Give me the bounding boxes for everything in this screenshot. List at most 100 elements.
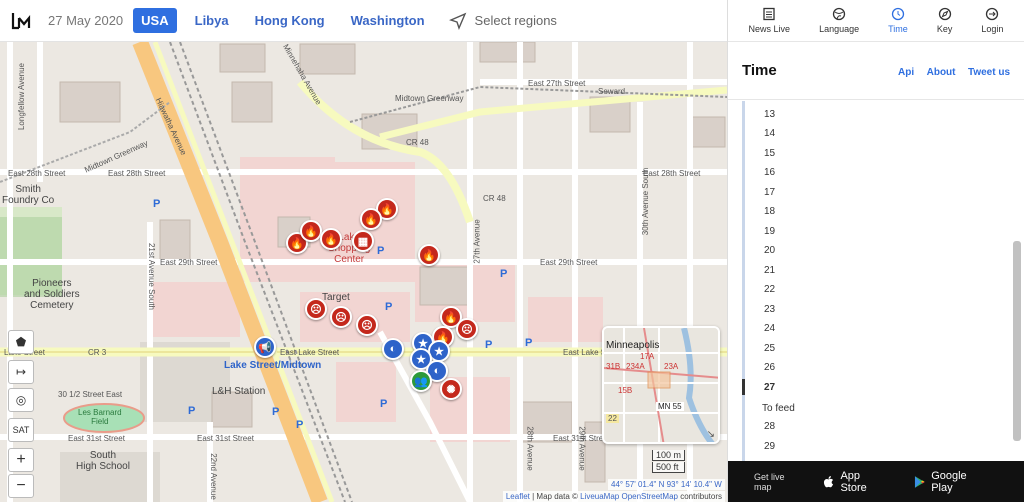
region-tab-usa[interactable]: USA: [133, 8, 177, 33]
nav-login[interactable]: Login: [981, 7, 1003, 34]
globe-icon: [832, 7, 846, 21]
about-link[interactable]: About: [927, 67, 956, 78]
region-tab-libya[interactable]: Libya: [187, 8, 237, 33]
day-item[interactable]: 14: [764, 128, 775, 139]
liveuamap-link[interactable]: LiveuaMap: [580, 492, 619, 501]
place-label: Target: [322, 292, 350, 303]
top-bar: 27 May 2020 USA Libya Hong Kong Washingt…: [0, 0, 727, 42]
panel-nav: News Live Language Time Key Login: [728, 0, 1024, 42]
day-item[interactable]: 23: [764, 304, 775, 315]
timeline-list[interactable]: 13 14 15 16 17 18 19 20 21 22 23 24 25 2…: [728, 101, 1024, 461]
riot-incident-marker[interactable]: ☹: [456, 318, 478, 340]
tweet-us-link[interactable]: Tweet us: [968, 67, 1010, 78]
app-store-label: App Store: [840, 469, 867, 494]
leaflet-link[interactable]: Leaflet: [506, 492, 530, 501]
day-item[interactable]: 17: [764, 187, 775, 198]
day-item[interactable]: 16: [764, 167, 775, 178]
svg-text:P: P: [188, 405, 195, 417]
riot-incident-marker[interactable]: ☹: [356, 314, 378, 336]
place-label: Lake Street/Midtown: [224, 360, 322, 371]
navigation-arrow-icon: [448, 12, 466, 30]
nav-label: News Live: [748, 24, 791, 34]
street-label: Midtown Greenway: [395, 94, 464, 103]
protest-marker[interactable]: 👥: [410, 370, 432, 392]
street-label: Seward: [598, 87, 626, 96]
nav-key[interactable]: Key: [936, 7, 953, 34]
day-item[interactable]: 26: [764, 362, 775, 373]
street-label: East 28th Street: [8, 169, 66, 178]
day-item[interactable]: 28: [764, 421, 775, 432]
day-item[interactable]: 18: [764, 206, 775, 217]
google-play-button[interactable]: Google Play: [914, 470, 989, 494]
hide-layer-button[interactable]: ◎: [8, 388, 34, 412]
day-item[interactable]: 19: [764, 226, 775, 237]
region-tab-washington[interactable]: Washington: [343, 8, 433, 33]
api-link[interactable]: Api: [898, 67, 914, 78]
svg-text:P: P: [385, 301, 392, 313]
street-label: 27th Avenue: [472, 219, 482, 264]
map-scale: 100 m 500 ft: [652, 450, 686, 474]
app-store-button[interactable]: App Store: [823, 470, 888, 494]
minimap-label: 15B: [618, 386, 633, 395]
login-icon: [986, 7, 999, 21]
nav-language[interactable]: Language: [819, 7, 859, 34]
zoom-in-button[interactable]: +: [8, 448, 34, 472]
select-regions-button[interactable]: Select regions: [448, 12, 557, 30]
day-item[interactable]: 13: [764, 109, 775, 120]
region-tab-hong-kong[interactable]: Hong Kong: [247, 8, 333, 33]
satellite-toggle[interactable]: SAT: [8, 418, 34, 442]
fire-incident-marker[interactable]: 🔥: [360, 208, 382, 230]
riot-incident-marker[interactable]: ☹: [330, 306, 352, 328]
place-label: South High School: [76, 450, 130, 472]
street-label: East Lake Street: [280, 348, 340, 357]
osm-link[interactable]: OpenStreetMap: [621, 492, 677, 501]
draw-polygon-button[interactable]: ⬟: [8, 330, 34, 354]
explosion-incident-marker[interactable]: ✺: [440, 378, 462, 400]
street-label: 29th Avenue: [577, 426, 587, 471]
timeline-track: [742, 101, 745, 461]
liveuamap-logo[interactable]: [0, 0, 40, 42]
fire-incident-marker[interactable]: 🔥: [418, 244, 440, 266]
day-item[interactable]: 20: [764, 245, 775, 256]
timeline-scrollbar[interactable]: [1013, 241, 1021, 441]
measure-button[interactable]: ↦: [8, 360, 34, 384]
svg-text:P: P: [380, 398, 387, 410]
day-item-current[interactable]: 27: [764, 382, 775, 393]
svg-text:P: P: [296, 419, 303, 431]
news-icon: [763, 7, 775, 21]
nav-time[interactable]: Time: [888, 7, 908, 34]
day-item[interactable]: 25: [764, 343, 775, 354]
google-play-icon: [914, 475, 925, 488]
panel-header: Time Api About Tweet us: [728, 42, 1024, 100]
expand-icon[interactable]: ↘: [707, 429, 715, 440]
svg-text:P: P: [153, 198, 160, 210]
riot-incident-marker[interactable]: ▦: [352, 230, 374, 252]
nav-label: Time: [888, 24, 908, 34]
day-item[interactable]: 29: [764, 441, 775, 452]
day-item[interactable]: 15: [764, 148, 775, 159]
select-regions-label: Select regions: [474, 13, 557, 28]
nav-label: Key: [936, 24, 953, 34]
minimap-label: 234A: [626, 362, 645, 371]
place-label: L&H Station: [212, 386, 266, 397]
police-megaphone-marker[interactable]: 📢: [254, 336, 276, 358]
police-marker[interactable]: ◐: [382, 338, 404, 360]
nav-label: Language: [819, 24, 860, 34]
fire-incident-marker[interactable]: 🔥: [320, 228, 342, 250]
day-item[interactable]: 22: [764, 284, 775, 295]
fire-incident-marker[interactable]: 🔥: [300, 220, 322, 242]
minimap-label: MN 55: [656, 402, 684, 411]
map-canvas[interactable]: PPP PPP PPP PP East 27th Street East 28t…: [0, 42, 727, 502]
day-item[interactable]: 21: [764, 265, 775, 276]
zoom-out-button[interactable]: −: [8, 474, 34, 498]
street-label: East 31st Street: [197, 434, 254, 443]
day-item[interactable]: 24: [764, 323, 775, 334]
get-live-map-label: Get live map: [754, 471, 785, 492]
riot-incident-marker[interactable]: ☹: [305, 298, 327, 320]
to-feed-link[interactable]: To feed: [762, 403, 795, 414]
minimap[interactable]: Minneapolis 17A 23A 31B 234A 15B MN 55 2…: [602, 326, 720, 444]
nav-news-live[interactable]: News Live: [748, 7, 791, 34]
place-label: Smith Foundry Co: [2, 184, 55, 206]
apple-icon: [823, 475, 833, 487]
date-label[interactable]: 27 May 2020: [48, 13, 123, 28]
